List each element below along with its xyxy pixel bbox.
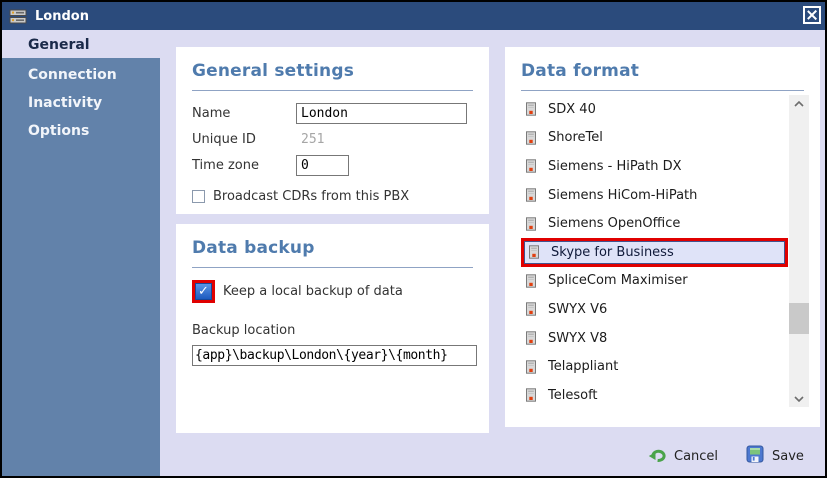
red-highlight-annotation [192,280,215,303]
undo-arrow-icon [648,446,666,467]
heading-rule [521,90,804,91]
unique-id-value: 251 [301,132,325,147]
keep-backup-label: Keep a local backup of data [223,284,403,299]
pbx-format-icon [525,359,537,374]
list-item[interactable]: Telappliant [521,352,788,381]
list-item[interactable]: SDX 40 [521,95,788,124]
name-label: Name [192,106,231,121]
pbx-server-icon [9,8,27,25]
time-zone-label: Time zone [192,158,259,173]
name-input[interactable] [296,103,467,124]
list-item[interactable]: SpliceCom Maximiser [521,267,788,296]
sidebar-item-options[interactable]: Options [2,117,160,145]
list-item[interactable]: ShoreTel [521,124,788,153]
pbx-format-icon [525,331,537,345]
list-item-selected[interactable]: Skype for Business [521,237,788,267]
sidebar-item-inactivity[interactable]: Inactivity [2,89,160,117]
data-format-panel: Data format SDX 40 ShoreTel Siemens - Hi… [505,47,820,427]
list-item[interactable]: Telesoft [521,381,788,410]
data-format-title: Data format [521,61,640,81]
pbx-format-icon [525,159,537,174]
general-settings-title: General settings [192,61,355,81]
sidebar-item-connection[interactable]: Connection [2,61,160,89]
list-item[interactable]: Siemens HiCom-HiPath [521,181,788,210]
sidebar: Connection Inactivity Options [2,58,160,476]
list-item[interactable]: Siemens OpenOffice [521,209,788,238]
heading-rule [192,267,473,268]
data-backup-panel: Data backup Keep a local backup of data … [176,224,489,433]
scroll-down-arrow-icon[interactable] [789,390,809,407]
pbx-format-icon [525,131,537,145]
sidebar-item-general[interactable]: General [2,31,160,58]
heading-rule [192,90,473,91]
save-disk-icon [746,445,764,467]
keep-backup-row[interactable]: Keep a local backup of data [192,280,473,303]
backup-location-input[interactable] [192,345,477,366]
list-item[interactable]: SWYX V8 [521,324,788,353]
pbx-format-icon [525,388,537,402]
title-bar: London [2,2,825,30]
scroll-up-arrow-icon[interactable] [789,95,809,112]
time-zone-input[interactable] [296,155,349,176]
cancel-label: Cancel [674,448,719,464]
unique-id-label: Unique ID [192,132,256,147]
broadcast-cdrs-row[interactable]: Broadcast CDRs from this PBX [192,189,473,204]
save-label: Save [772,448,804,464]
list-item[interactable]: Siemens - HiPath DX [521,152,788,181]
pbx-format-icon [525,216,537,231]
window-title: London [35,8,89,24]
list-scrollbar[interactable] [789,95,809,407]
data-format-list: SDX 40 ShoreTel Siemens - HiPath DX Siem… [521,95,788,410]
broadcast-cdrs-label: Broadcast CDRs from this PBX [213,189,410,204]
pbx-format-icon [528,245,540,259]
cancel-button[interactable]: Cancel [648,446,718,466]
general-settings-panel: General settings Name Unique ID 251 Time… [176,47,489,214]
broadcast-cdrs-checkbox[interactable] [192,190,205,203]
pbx-format-icon [525,188,537,202]
save-button[interactable]: Save [746,445,804,467]
close-button[interactable] [803,6,821,24]
scrollbar-thumb[interactable] [789,303,809,334]
keep-backup-checkbox[interactable] [195,283,212,300]
backup-location-label: Backup location [192,323,296,338]
pbx-format-icon [525,274,537,288]
pbx-format-icon [525,102,537,116]
close-icon [807,10,817,20]
data-backup-title: Data backup [192,238,315,258]
pbx-dialog-window: London General Connection Inactivity Opt… [0,0,827,478]
list-item[interactable]: SWYX V6 [521,295,788,324]
pbx-format-icon [525,302,537,317]
